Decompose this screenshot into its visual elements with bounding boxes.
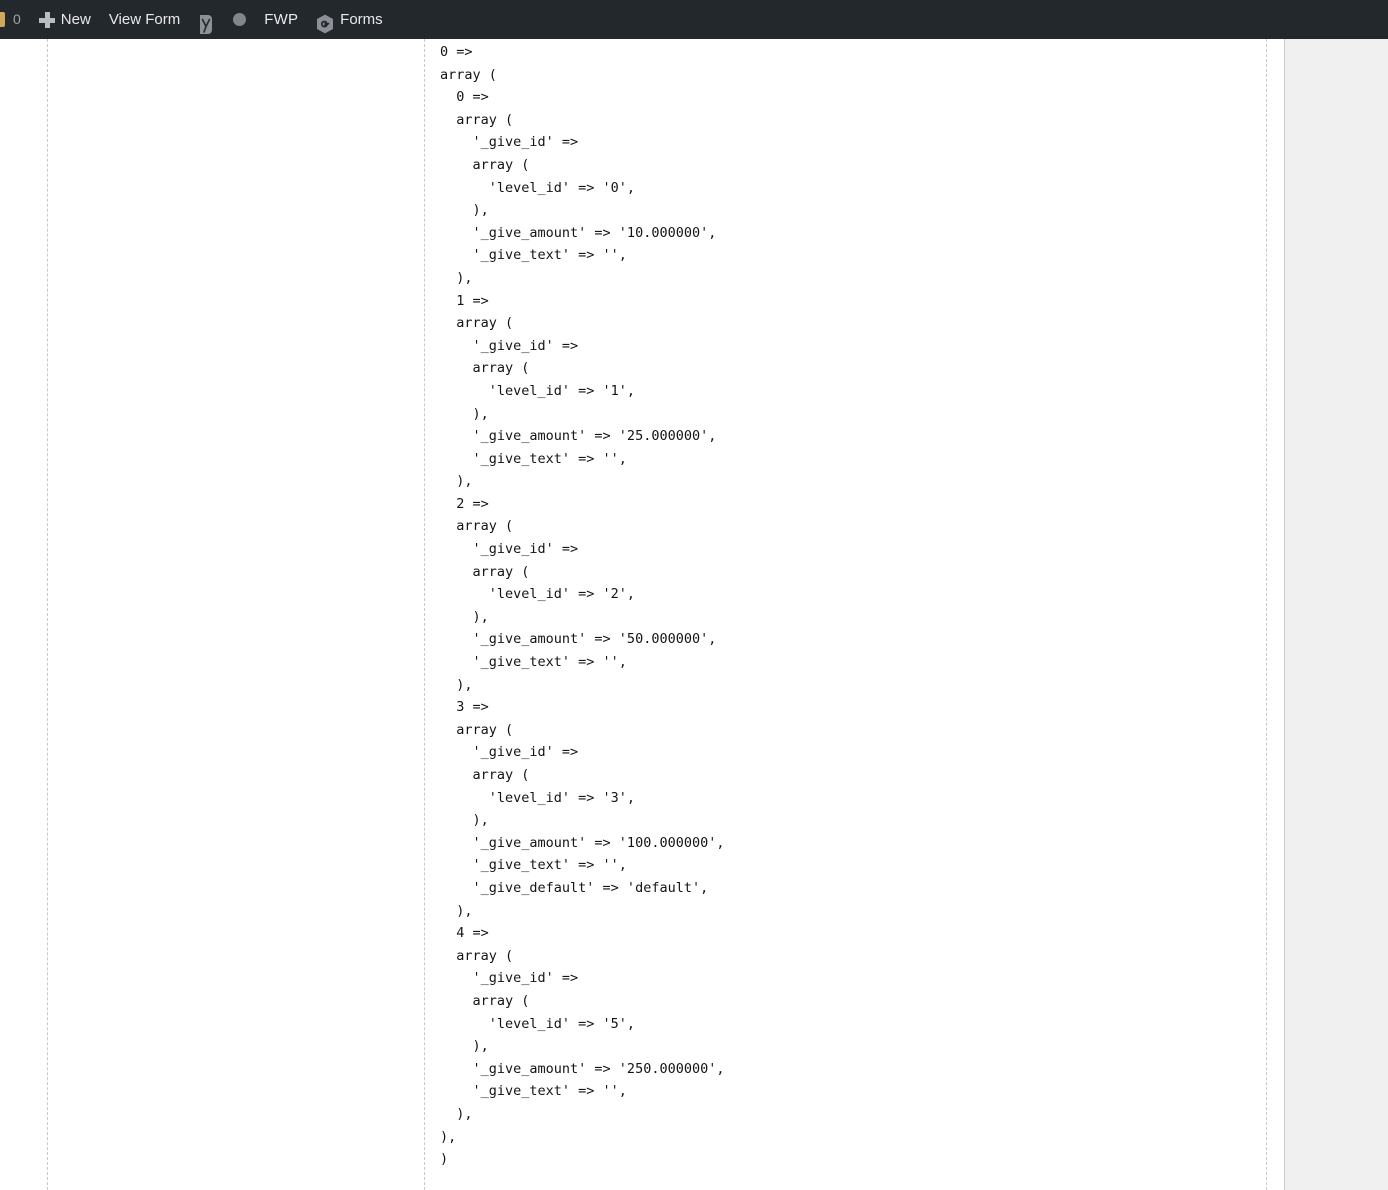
- layout-guide-center: [424, 39, 425, 1190]
- wp-admin-bar: 0 New View Form FWP Forms: [0, 0, 1388, 39]
- adminbar-item-new[interactable]: New: [30, 0, 100, 39]
- comment-count: 0: [13, 11, 21, 27]
- page-body: 0 => array ( 0 => array ( '_give_id' => …: [0, 39, 1388, 1190]
- comment-bubble-icon: [0, 12, 5, 27]
- adminbar-view-form-label: View Form: [108, 11, 181, 28]
- adminbar-forms-label: Forms: [340, 11, 383, 28]
- circle-icon: [233, 13, 247, 26]
- adminbar-new-label: New: [60, 11, 91, 28]
- var-export-output: 0 => array ( 0 => array ( '_give_id' => …: [440, 44, 725, 1168]
- yoast-icon: [198, 10, 215, 34]
- adminbar-item-status-circle[interactable]: [224, 0, 255, 39]
- givewp-hexagon-icon: [316, 10, 334, 33]
- adminbar-item-view-form[interactable]: View Form: [100, 0, 189, 39]
- layout-guide-left: [47, 39, 48, 1190]
- adminbar-fwp-label: FWP: [264, 11, 299, 28]
- content-right-border: [1284, 39, 1285, 1190]
- right-gutter: [1285, 39, 1388, 1190]
- layout-guide-right: [1266, 39, 1267, 1190]
- adminbar-item-forms[interactable]: Forms: [307, 0, 392, 39]
- adminbar-item-comments[interactable]: 0: [0, 0, 30, 39]
- adminbar-item-fwp[interactable]: FWP: [255, 0, 307, 39]
- plus-icon: [38, 11, 55, 28]
- adminbar-item-yoast[interactable]: [189, 0, 224, 39]
